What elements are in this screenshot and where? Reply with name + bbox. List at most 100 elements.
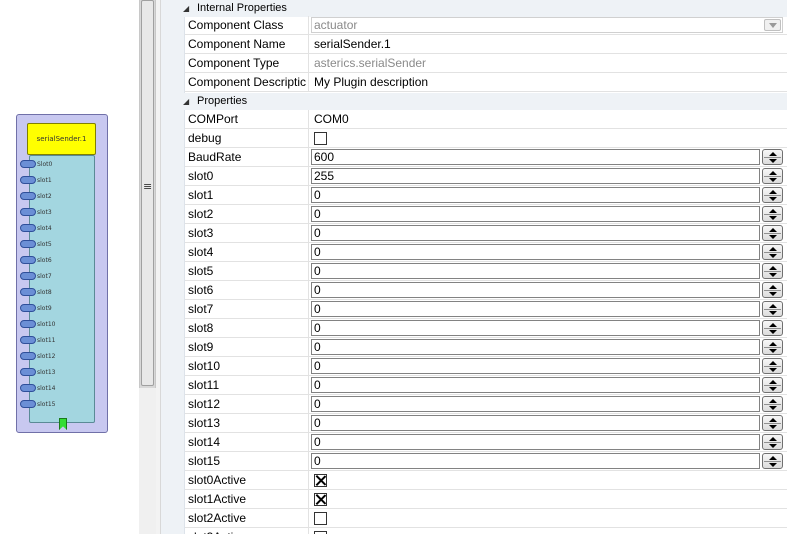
port-connector-icon[interactable] — [20, 304, 36, 312]
collapse-triangle-icon[interactable]: ◢ — [183, 0, 189, 17]
input-port-slot2[interactable]: slot2 — [20, 191, 52, 201]
port-connector-icon[interactable] — [20, 336, 36, 344]
property-number-input[interactable]: 0 — [311, 415, 760, 431]
property-checkbox[interactable] — [314, 132, 327, 145]
spinner-updown-icon[interactable] — [762, 206, 783, 222]
port-connector-icon[interactable] — [20, 160, 36, 168]
port-label: slot3 — [37, 208, 52, 216]
port-connector-icon[interactable] — [20, 352, 36, 360]
port-connector-icon[interactable] — [20, 224, 36, 232]
spinner-updown-icon[interactable] — [762, 244, 783, 260]
input-port-slot6[interactable]: slot6 — [20, 255, 52, 265]
input-port-slot1[interactable]: slot1 — [20, 175, 52, 185]
property-number-input[interactable]: 0 — [311, 377, 760, 393]
input-port-slot14[interactable]: slot14 — [20, 383, 55, 393]
port-connector-icon[interactable] — [20, 320, 36, 328]
port-connector-icon[interactable] — [20, 400, 36, 408]
property-number-input[interactable]: 0 — [311, 453, 760, 469]
property-row-slot5: slot5 0 — [185, 262, 787, 281]
input-port-slot3[interactable]: slot3 — [20, 207, 52, 217]
property-number-input[interactable]: 0 — [311, 282, 760, 298]
port-connector-icon[interactable] — [20, 208, 36, 216]
property-number-input[interactable]: 0 — [311, 263, 760, 279]
collapse-triangle-icon[interactable]: ◢ — [183, 93, 189, 110]
property-number-input[interactable]: 0 — [311, 225, 760, 241]
property-value-input[interactable]: My Plugin description — [311, 73, 787, 91]
port-connector-icon[interactable] — [20, 256, 36, 264]
input-port-slot10[interactable]: slot10 — [20, 319, 55, 329]
input-port-slot11[interactable]: slot11 — [20, 335, 55, 345]
input-port-slot12[interactable]: slot12 — [20, 351, 55, 361]
property-number-input[interactable]: 0 — [311, 244, 760, 260]
canvas-scroll-area-lower — [139, 388, 156, 534]
property-value-input[interactable]: serialSender.1 — [311, 35, 787, 53]
spinner-updown-icon[interactable] — [762, 149, 783, 165]
spinner-updown-icon[interactable] — [762, 320, 783, 336]
property-number-input[interactable]: 0 — [311, 358, 760, 374]
input-port-slot4[interactable]: slot4 — [20, 223, 52, 233]
property-name: slot10 — [185, 357, 309, 375]
input-port-slot13[interactable]: slot13 — [20, 367, 55, 377]
splitter-grip-icon[interactable]: ≡ — [143, 180, 152, 193]
spinner-updown-icon[interactable] — [762, 396, 783, 412]
port-connector-icon[interactable] — [20, 176, 36, 184]
dropdown-arrow-icon[interactable] — [764, 19, 781, 31]
port-connector-icon[interactable] — [20, 384, 36, 392]
property-number-input[interactable]: 255 — [311, 168, 760, 184]
property-number-input[interactable]: 0 — [311, 320, 760, 336]
property-number-input[interactable]: 0 — [311, 187, 760, 203]
property-name: slot5 — [185, 262, 309, 280]
category-properties[interactable]: ◢ Properties — [161, 93, 787, 110]
input-port-slot15[interactable]: slot15 — [20, 399, 55, 409]
spinner-updown-icon[interactable] — [762, 168, 783, 184]
property-row-slot14: slot14 0 — [185, 433, 787, 452]
spinner-updown-icon[interactable] — [762, 358, 783, 374]
property-number-input[interactable]: 0 — [311, 396, 760, 412]
spinner-updown-icon[interactable] — [762, 415, 783, 431]
spinner-updown-icon[interactable] — [762, 225, 783, 241]
input-port-slot9[interactable]: slot9 — [20, 303, 52, 313]
port-connector-icon[interactable] — [20, 288, 36, 296]
component-title[interactable]: serialSender.1 — [27, 123, 96, 155]
input-port-slot0[interactable]: Slot0 — [20, 159, 52, 169]
spinner-updown-icon[interactable] — [762, 339, 783, 355]
input-port-slot5[interactable]: slot5 — [20, 239, 52, 249]
port-label: slot7 — [37, 272, 52, 280]
input-port-slot8[interactable]: slot8 — [20, 287, 52, 297]
combobox-value: actuator — [314, 18, 358, 32]
property-value-input[interactable]: COM0 — [311, 110, 787, 128]
port-connector-icon[interactable] — [20, 272, 36, 280]
property-name: slot4 — [185, 243, 309, 261]
port-connector-icon[interactable] — [20, 368, 36, 376]
spinner-updown-icon[interactable] — [762, 263, 783, 279]
property-number-input[interactable]: 600 — [311, 149, 760, 165]
property-number-input[interactable]: 0 — [311, 339, 760, 355]
property-row-slot10: slot10 0 — [185, 357, 787, 376]
canvas-scrollbar-thumb[interactable] — [141, 0, 154, 386]
input-port-slot7[interactable]: slot7 — [20, 271, 52, 281]
port-connector-icon[interactable] — [20, 192, 36, 200]
category-internal-properties[interactable]: ◢ Internal Properties — [161, 0, 787, 17]
property-number-input[interactable]: 0 — [311, 301, 760, 317]
spinner-updown-icon[interactable] — [762, 453, 783, 469]
property-name: Component Name — [185, 35, 309, 53]
port-connector-icon[interactable] — [20, 240, 36, 248]
property-name: slot9 — [185, 338, 309, 356]
property-checkbox[interactable] — [314, 493, 327, 506]
spinner-updown-icon[interactable] — [762, 301, 783, 317]
property-row-component-name: Component Name serialSender.1 — [185, 35, 787, 54]
property-name: slot12 — [185, 395, 309, 413]
spinner-updown-icon[interactable] — [762, 187, 783, 203]
spinner-updown-icon[interactable] — [762, 282, 783, 298]
spinner-updown-icon[interactable] — [762, 377, 783, 393]
property-name: slot13 — [185, 414, 309, 432]
event-trigger-port[interactable] — [59, 418, 67, 430]
property-checkbox[interactable] — [314, 512, 327, 525]
spinner-updown-icon[interactable] — [762, 434, 783, 450]
model-canvas[interactable]: serialSender.1 Slot0 slot1 slot2 slot3 slot4… — [0, 0, 139, 534]
property-checkbox[interactable] — [314, 474, 327, 487]
property-number-input[interactable]: 0 — [311, 206, 760, 222]
component-serialsender[interactable]: serialSender.1 Slot0 slot1 slot2 slot3 slot4… — [16, 114, 108, 433]
property-combobox[interactable]: actuator — [311, 17, 783, 33]
property-number-input[interactable]: 0 — [311, 434, 760, 450]
